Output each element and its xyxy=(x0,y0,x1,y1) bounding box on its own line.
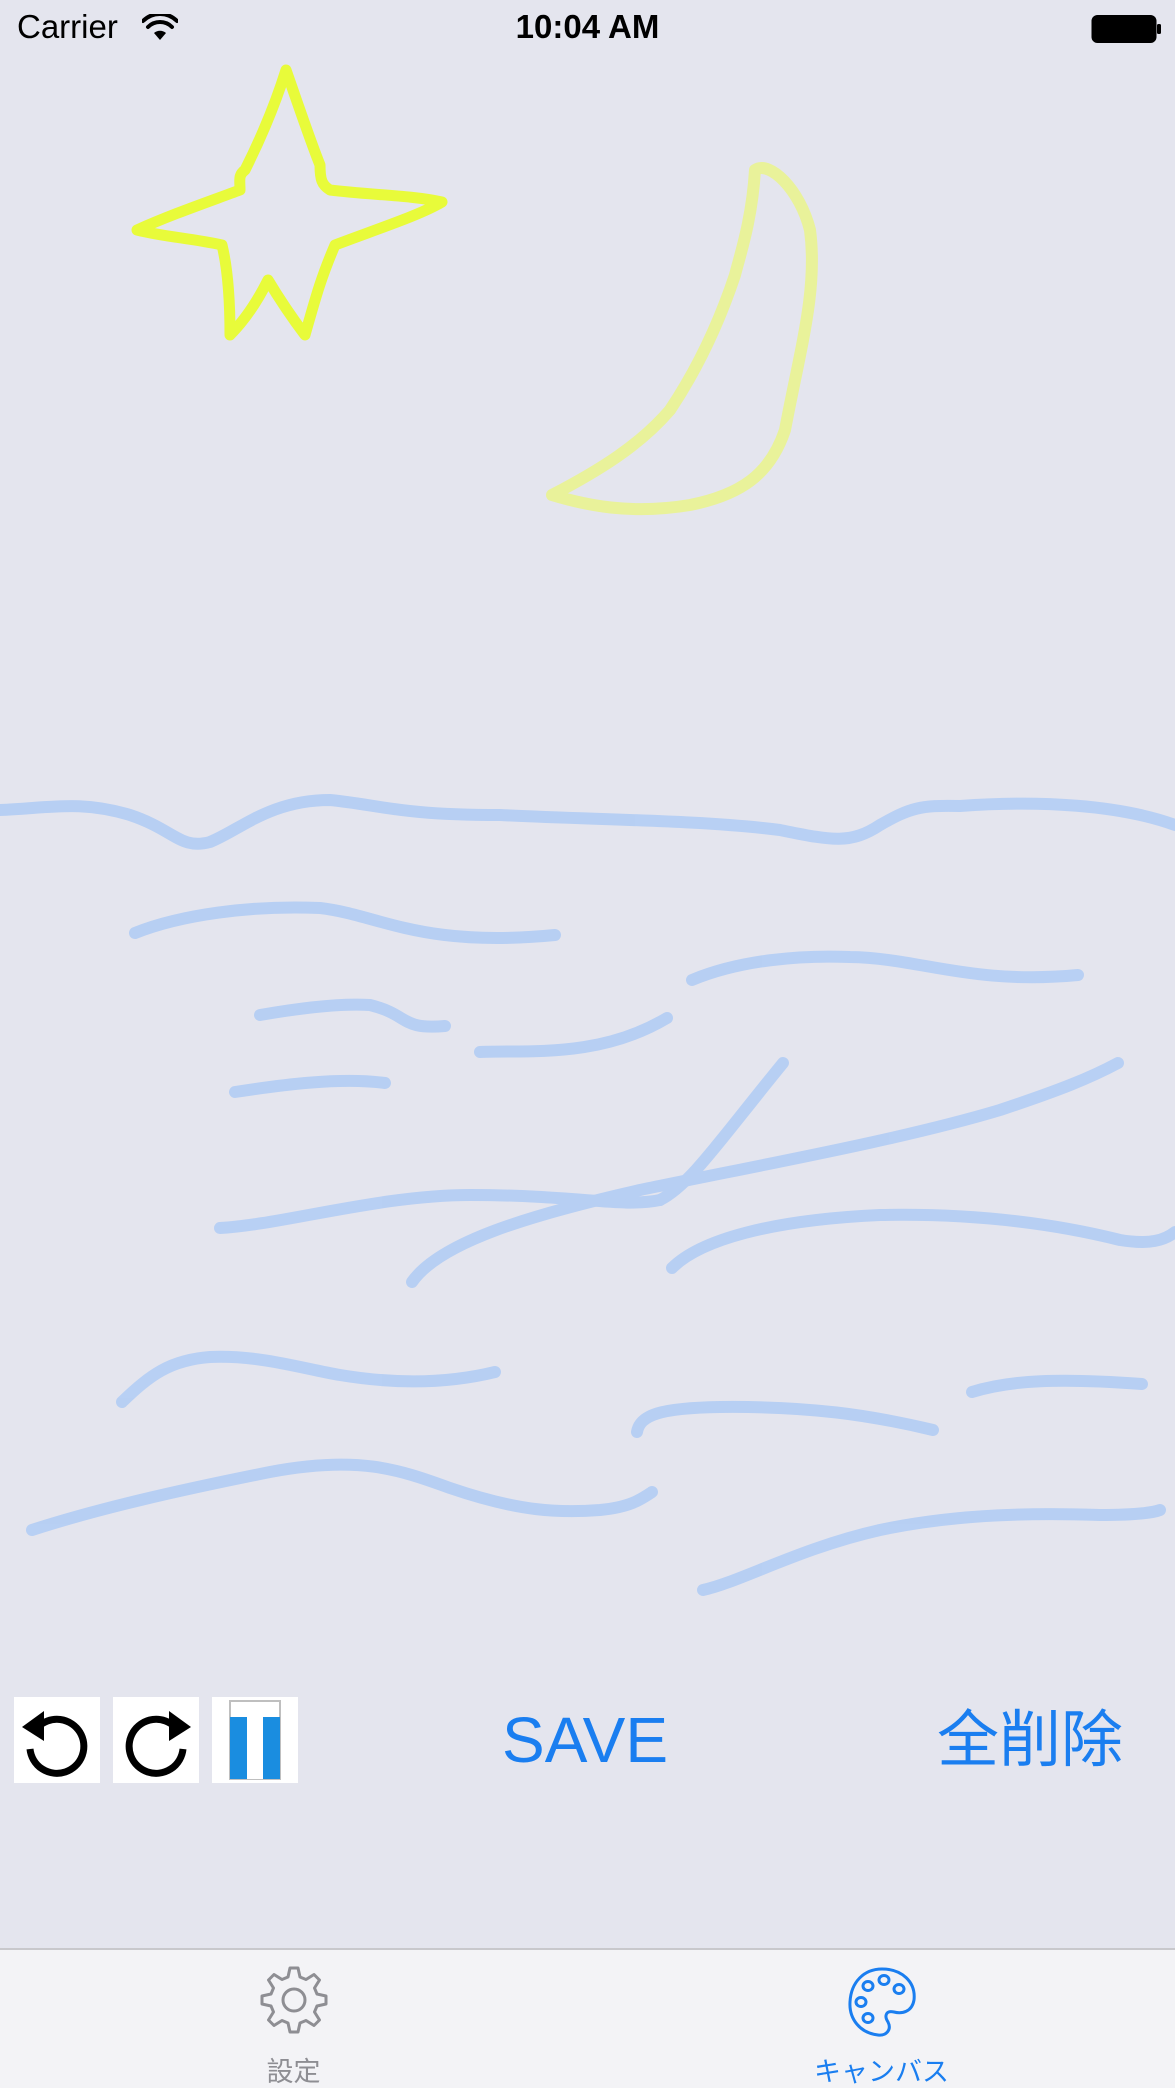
status-time: 10:04 AM xyxy=(515,8,660,45)
wave-line xyxy=(631,1400,939,1438)
save-button[interactable]: SAVE xyxy=(470,1700,700,1780)
status-bar: Carrier 10:04 AM xyxy=(0,0,1175,60)
redo-icon xyxy=(125,1711,191,1777)
wave-line xyxy=(129,901,561,944)
tab-settings[interactable]: 設定 xyxy=(0,1950,587,2088)
wave-line xyxy=(666,1208,1175,1274)
wave-line xyxy=(116,1350,501,1408)
wave-line xyxy=(0,793,1175,850)
wave-line xyxy=(697,1504,1166,1596)
moon-stroke xyxy=(546,162,818,516)
gear-icon xyxy=(260,1966,327,2034)
wave-line xyxy=(966,1374,1148,1398)
battery-icon xyxy=(1091,15,1161,43)
undo-button[interactable] xyxy=(14,1697,100,1783)
undo-icon xyxy=(22,1711,88,1777)
clear-all-button[interactable]: 全削除 xyxy=(920,1700,1140,1780)
eraser-icon xyxy=(229,1700,281,1780)
wave-line xyxy=(229,1074,391,1098)
redo-button[interactable] xyxy=(113,1697,199,1783)
sea-waves xyxy=(0,793,1175,1596)
tab-bar: 設定 キャンバス xyxy=(0,1948,1175,2088)
eraser-button[interactable] xyxy=(212,1697,298,1783)
wave-line xyxy=(406,1057,1124,1288)
tab-canvas[interactable]: キャンバス xyxy=(588,1950,1175,2088)
app-screen: Carrier 10:04 AM SAVE 全削除 設定 キャンバス xyxy=(0,0,1175,2088)
wave-line xyxy=(474,1012,673,1058)
tab-settings-label: 設定 xyxy=(266,2057,321,2088)
tab-canvas-label: キャンバス xyxy=(814,2057,949,2088)
star-stroke xyxy=(131,64,448,341)
palette-icon xyxy=(847,1967,916,2037)
drawing-canvas[interactable] xyxy=(0,0,1175,1660)
wave-line xyxy=(686,950,1084,986)
wave-line xyxy=(254,998,451,1033)
wave-line xyxy=(26,1458,658,1536)
